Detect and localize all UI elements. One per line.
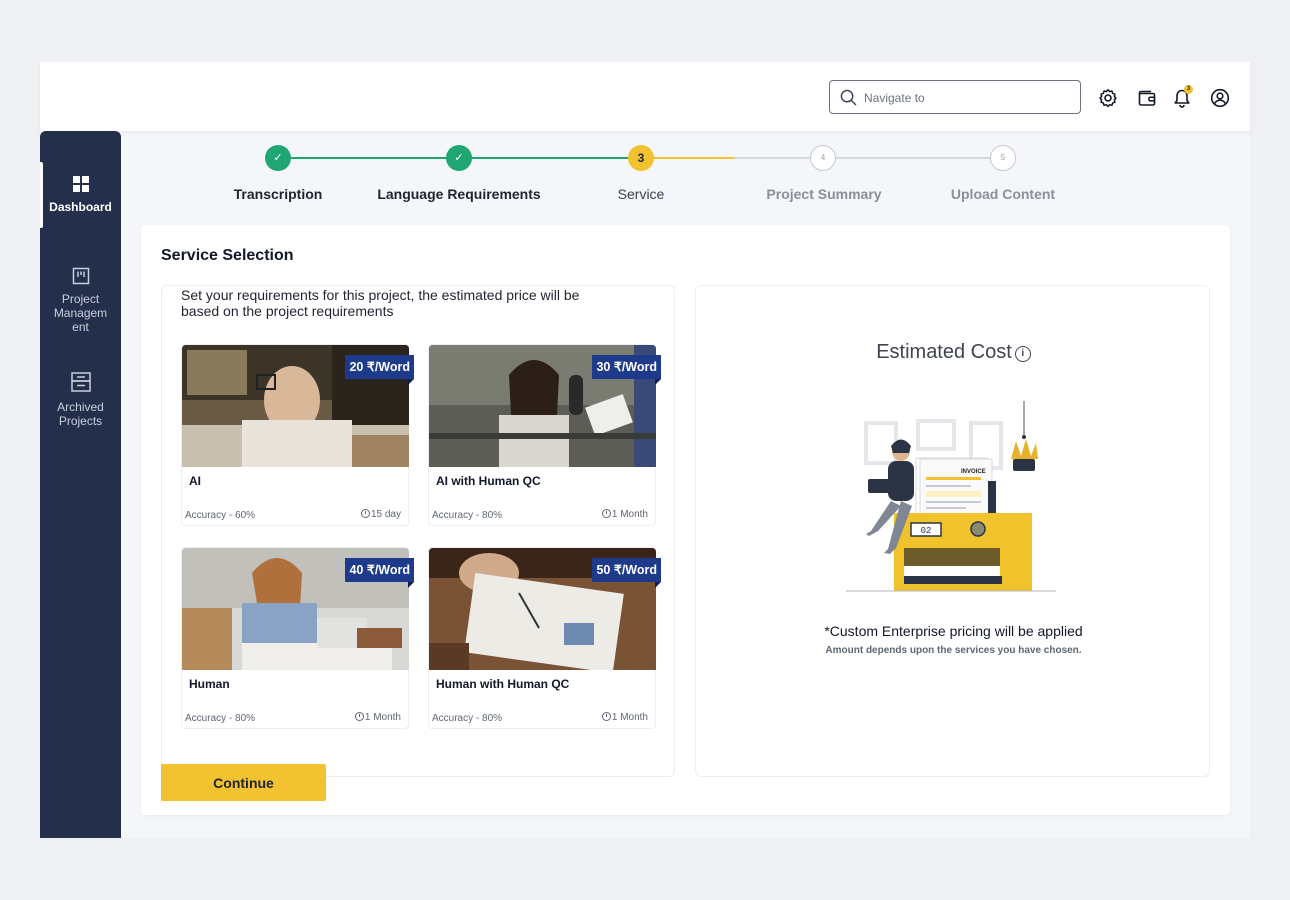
estimated-cost-panel: Estimated Cost i INVOICE 02 *Custom Ente… xyxy=(695,285,1210,777)
price-tag: 20 ₹/Word xyxy=(345,355,414,385)
custom-pricing-text: *Custom Enterprise pricing will be appli… xyxy=(824,623,1083,639)
top-bar: 3 xyxy=(40,62,1250,131)
step-3-dot[interactable]: 3 xyxy=(628,145,654,171)
sidebar-item-project-management[interactable]: Project Managem ent xyxy=(40,267,121,334)
page-title: Service Selection xyxy=(161,247,294,264)
requirements-text: Set your requirements for this project, … xyxy=(181,287,580,319)
step-label-service[interactable]: Service xyxy=(618,186,665,202)
info-icon[interactable]: i xyxy=(1014,346,1031,362)
step-4-dot: 4 xyxy=(810,145,836,171)
continue-button[interactable]: Continue xyxy=(161,764,326,801)
amount-note: Amount depends upon the services you hav… xyxy=(825,645,1082,656)
step-1-dot[interactable]: ✓ xyxy=(265,145,291,171)
service-selection-card: Service Selection Set your requirements … xyxy=(141,225,1230,815)
estimated-cost-label: Estimated Cost xyxy=(876,341,1012,363)
board-icon xyxy=(72,267,89,285)
service-accuracy: Accuracy - 60% xyxy=(185,510,256,521)
step-connector xyxy=(278,157,460,159)
grid-icon xyxy=(72,176,89,192)
service-card-human-with-human-qc[interactable]: 50 ₹/Word Human with Human QC Accuracy -… xyxy=(428,547,661,729)
service-accuracy: Accuracy - 80% xyxy=(432,510,503,521)
sidebar-item-dashboard[interactable]: Dashboard xyxy=(40,162,121,228)
service-duration: 15 day xyxy=(360,509,401,520)
price-tag: 30 ₹/Word xyxy=(592,355,661,385)
service-name: AI xyxy=(189,474,201,488)
clock-icon xyxy=(601,712,611,721)
step-label-project-summary: Project Summary xyxy=(766,186,882,202)
service-name: Human xyxy=(189,677,230,691)
app-frame: 3 Dashboard xyxy=(40,62,1250,838)
progress-stepper: ✓ ✓ 3 4 5 Transcription Language Require… xyxy=(140,142,1140,212)
step-label-upload-content: Upload Content xyxy=(950,186,1056,202)
service-duration: 1 Month xyxy=(354,712,401,723)
gear-icon[interactable] xyxy=(1098,88,1118,108)
step-5-dot: 5 xyxy=(990,145,1016,171)
invoice-illustration: INVOICE 02 xyxy=(846,401,1056,592)
price-tag: 40 ₹/Word xyxy=(345,558,414,588)
search-box[interactable] xyxy=(829,80,1081,114)
clock-icon xyxy=(360,509,370,518)
sidebar-item-label: Project Managem ent xyxy=(53,292,108,334)
search-icon xyxy=(840,89,857,106)
clock-icon xyxy=(354,712,364,721)
service-card-ai[interactable]: 20 ₹/Word AI Accuracy - 60% 15 day xyxy=(181,344,414,526)
step-label-language-requirements[interactable]: Language Requirements xyxy=(377,186,540,202)
service-accuracy: Accuracy - 80% xyxy=(185,713,256,724)
estimated-cost-title: Estimated Cost i xyxy=(696,341,1211,364)
service-card-ai-with-human-qc[interactable]: 30 ₹/Word AI with Human QC Accuracy - 80… xyxy=(428,344,661,526)
service-duration: 1 Month xyxy=(601,509,648,520)
sidebar-item-label: Dashboard xyxy=(49,200,112,214)
service-name: AI with Human QC xyxy=(436,474,541,488)
sidebar: Dashboard Project Managem ent Archived P… xyxy=(40,131,121,838)
step-connector xyxy=(642,157,734,159)
bell-icon[interactable]: 3 xyxy=(1172,85,1193,108)
step-2-dot[interactable]: ✓ xyxy=(446,145,472,171)
clock-icon xyxy=(601,509,611,518)
sidebar-item-archived-projects[interactable]: Archived Projects xyxy=(40,371,121,428)
service-options-panel: Set your requirements for this project, … xyxy=(161,285,675,777)
service-accuracy: Accuracy - 80% xyxy=(432,713,503,724)
counter-value: 02 xyxy=(921,526,932,536)
service-duration: 1 Month xyxy=(601,712,648,723)
sidebar-item-label: Archived Projects xyxy=(57,400,104,428)
user-circle-icon[interactable] xyxy=(1210,88,1230,108)
step-label-transcription[interactable]: Transcription xyxy=(234,186,323,202)
service-name: Human with Human QC xyxy=(436,677,570,691)
search-input[interactable] xyxy=(864,88,1064,108)
service-card-human[interactable]: 40 ₹/Word Human Accuracy - 80% 1 Month xyxy=(181,547,414,729)
archive-icon xyxy=(70,372,91,392)
notification-count-badge: 3 xyxy=(1184,85,1193,94)
price-tag: 50 ₹/Word xyxy=(592,558,661,588)
step-connector xyxy=(734,157,1004,159)
wallet-icon[interactable] xyxy=(1137,88,1157,108)
step-connector xyxy=(460,157,642,159)
invoice-label: INVOICE xyxy=(961,469,986,475)
